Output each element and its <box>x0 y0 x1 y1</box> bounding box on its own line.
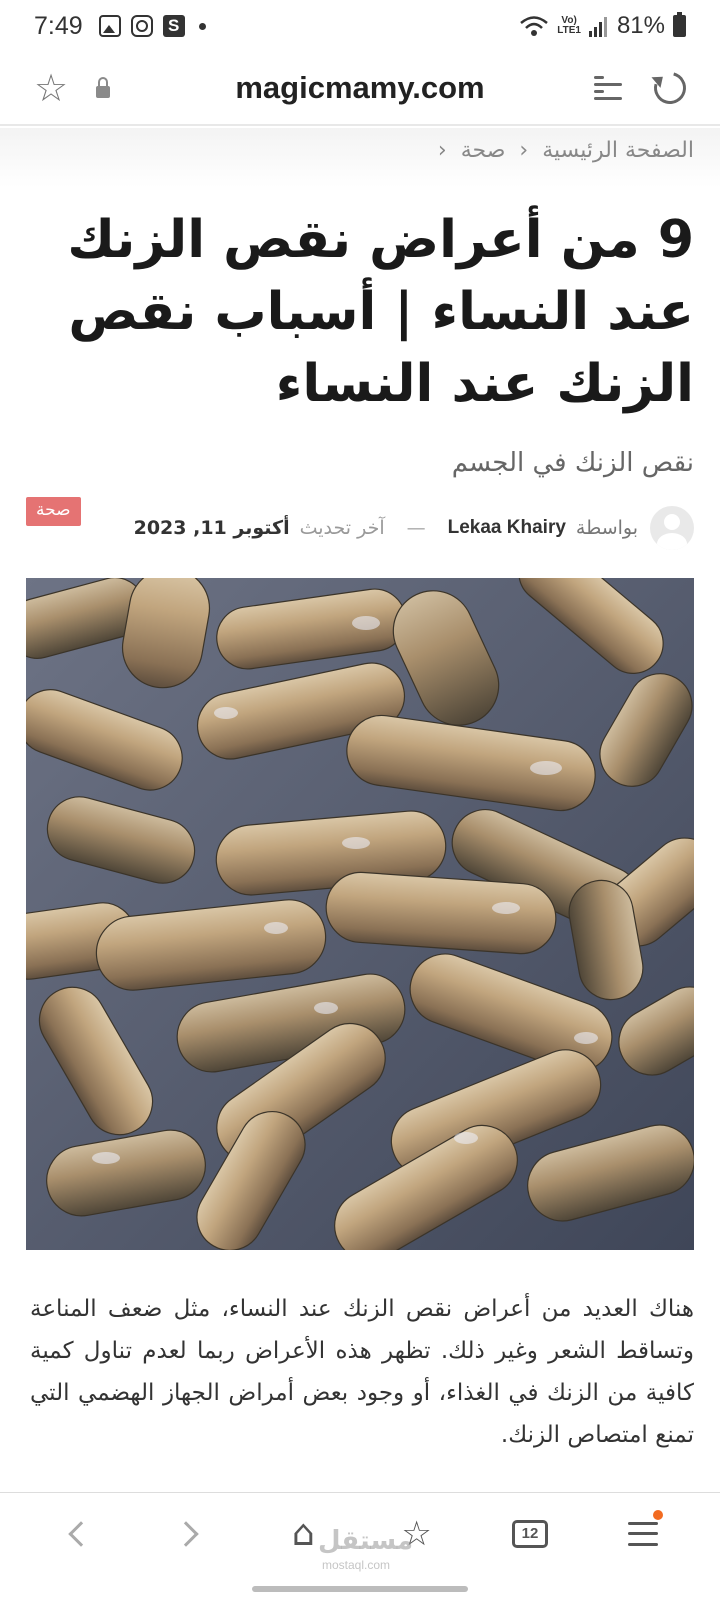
article-title: 9 من أعراض نقص الزنك عند النساء | أسباب … <box>67 210 694 414</box>
forward-button[interactable] <box>160 1504 220 1564</box>
category-badge[interactable]: صحة <box>26 497 81 526</box>
breadcrumb-separator-icon: ‹ <box>519 138 529 163</box>
notification-icons: S <box>98 15 206 37</box>
breadcrumb-separator-icon: ‹ <box>437 138 447 163</box>
more-notifications-icon <box>198 22 206 30</box>
chevron-left-icon <box>67 1520 94 1547</box>
wifi-icon <box>520 16 549 36</box>
tab-count: 12 <box>511 1519 548 1548</box>
hero-image <box>26 578 694 1250</box>
status-right: Vo) LTE1 81% <box>519 12 686 40</box>
article-meta: بواسطة Lekaa Khairy — آخر تحديث أكتوبر 1… <box>26 500 694 556</box>
lock-icon[interactable] <box>96 77 111 98</box>
s-app-icon: S <box>162 15 185 37</box>
capsules-image <box>26 578 694 1250</box>
watermark-url: mostaql.com <box>322 1558 391 1572</box>
author-avatar[interactable] <box>650 506 694 550</box>
article-date: أكتوبر 11, 2023 <box>133 517 290 539</box>
home-icon: ⌂ <box>291 1512 315 1554</box>
bookmark-star-icon[interactable]: ☆ <box>34 69 68 107</box>
tabs-button[interactable]: 12 <box>500 1504 560 1564</box>
watermark-logo: مستقل <box>318 1526 414 1556</box>
signal-icon <box>588 17 607 37</box>
by-label: بواسطة <box>575 517 638 539</box>
battery-icon <box>673 12 686 37</box>
menu-icon <box>628 1521 659 1546</box>
menu-button[interactable] <box>613 1504 673 1564</box>
status-time: 7:49 <box>34 11 83 40</box>
battery-percent: 81% <box>616 12 665 39</box>
breadcrumb-category[interactable]: صحة <box>461 138 506 163</box>
gesture-bar[interactable] <box>252 1586 468 1592</box>
author-name[interactable]: Lekaa Khairy <box>448 517 566 539</box>
breadcrumb: الصفحة الرئيسية ‹ صحة ‹ <box>438 138 694 163</box>
article-subtitle: نقص الزنك في الجسم <box>451 448 694 478</box>
notification-dot <box>653 1509 664 1520</box>
gallery-icon <box>98 15 121 37</box>
status-bar: 7:49 S Vo) LTE1 81% <box>0 0 720 52</box>
updated-label: آخر تحديث <box>299 517 385 539</box>
article-paragraph: هناك العديد من أعراض نقص الزنك عند النسا… <box>30 1296 694 1448</box>
instagram-icon <box>130 15 153 37</box>
browser-toolbar: magicmamy.com ☆ <box>0 52 720 126</box>
reader-mode-icon[interactable] <box>594 74 622 102</box>
refresh-icon[interactable] <box>648 66 692 110</box>
meta-dash: — <box>406 517 426 539</box>
breadcrumb-home[interactable]: الصفحة الرئيسية <box>542 138 694 163</box>
back-button[interactable] <box>47 1504 107 1564</box>
network-type: Vo) LTE1 <box>557 15 581 36</box>
chevron-right-icon <box>173 1520 199 1547</box>
